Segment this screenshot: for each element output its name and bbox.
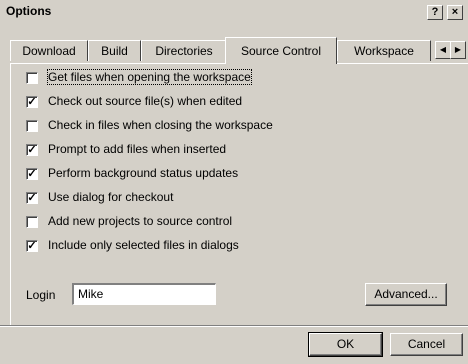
option-label: Check in files when closing the workspac… — [48, 118, 273, 132]
login-label: Login — [26, 288, 56, 302]
divider — [0, 325, 468, 327]
checkbox[interactable] — [26, 216, 38, 228]
help-button[interactable]: ? — [427, 5, 443, 20]
option-label: Include only selected files in dialogs — [48, 238, 239, 252]
close-button[interactable]: × — [447, 5, 463, 20]
option-label: Add new projects to source control — [48, 214, 233, 228]
options-dialog: Options ? × Download Build Directories S… — [0, 0, 468, 364]
tab-download[interactable]: Download — [10, 40, 88, 61]
option-label: Check out source file(s) when edited — [48, 94, 243, 108]
advanced-button[interactable]: Advanced... — [365, 283, 447, 306]
title-bar: Options ? × — [0, 0, 468, 22]
checkbox[interactable]: ✓ — [26, 168, 38, 180]
scroll-right-icon[interactable]: ▶ — [450, 41, 466, 59]
tab-workspace[interactable]: Workspace — [337, 40, 431, 61]
option-label: Prompt to add files when inserted — [48, 142, 227, 156]
cancel-button[interactable]: Cancel — [390, 333, 463, 356]
option-label: Get files when opening the workspace — [47, 69, 252, 85]
option-label: Use dialog for checkout — [48, 190, 174, 204]
checkbox[interactable]: ✓ — [26, 144, 38, 156]
scroll-left-icon[interactable]: ◀ — [435, 41, 451, 59]
checkbox[interactable]: ✓ — [26, 240, 38, 252]
checkbox[interactable] — [26, 120, 38, 132]
option-label: Perform background status updates — [48, 166, 239, 180]
checkbox[interactable]: ✓ — [26, 96, 38, 108]
checkbox[interactable] — [26, 72, 38, 84]
window-title: Options — [6, 4, 52, 18]
ok-button[interactable]: OK — [308, 332, 383, 357]
tab-source-control[interactable]: Source Control — [225, 37, 337, 64]
login-input[interactable]: Mike — [72, 283, 216, 305]
checkbox[interactable]: ✓ — [26, 192, 38, 204]
tab-build[interactable]: Build — [88, 40, 141, 61]
tab-directories[interactable]: Directories — [141, 40, 227, 61]
